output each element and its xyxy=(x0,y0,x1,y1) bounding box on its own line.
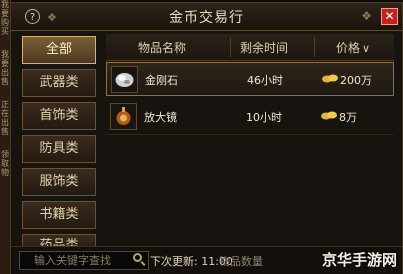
ornament-right-icon: ❖ xyxy=(361,9,372,23)
side-strip-char: 购 xyxy=(1,18,9,27)
category-armor[interactable]: 防具类 xyxy=(22,135,96,163)
col-remaining-time[interactable]: 剩余时间 xyxy=(240,39,288,56)
side-strip-char: 售 xyxy=(1,127,9,136)
watermark-logo: 京华手游网 xyxy=(321,251,397,269)
table-header: 物品名称 剩余时间 价格 ∨ xyxy=(106,34,394,61)
side-strip-char: 出 xyxy=(1,118,9,127)
side-strip-char: 出 xyxy=(1,68,9,77)
item-table: 物品名称 剩余时间 价格 ∨ 金刚石 46小时 200万 放大镜 10小时 8万 xyxy=(106,34,394,244)
side-strip-char: 我 xyxy=(1,0,9,9)
gold-ingot-icon xyxy=(321,111,337,120)
category-clothing[interactable]: 服饰类 xyxy=(22,168,96,196)
category-all[interactable]: 全部 xyxy=(22,36,96,64)
side-strip-char: 取 xyxy=(1,159,9,168)
side-strip-char: 买 xyxy=(1,27,9,36)
category-books[interactable]: 书籍类 xyxy=(22,201,96,229)
category-jewelry[interactable]: 首饰类 xyxy=(22,102,96,130)
category-weapons[interactable]: 武器类 xyxy=(22,69,96,97)
magnifier-bag-icon xyxy=(110,103,137,130)
side-strip-char: 在 xyxy=(1,109,9,118)
side-strip-char: 售 xyxy=(1,77,9,86)
window-title: 金币交易行 xyxy=(169,10,244,26)
side-strip-char: 要 xyxy=(1,59,9,68)
side-strip-char: 正 xyxy=(1,100,9,109)
item-price: 8万 xyxy=(339,111,357,124)
col-price[interactable]: 价格 ∨ xyxy=(336,39,370,56)
close-button[interactable]: ✕ xyxy=(381,8,398,25)
sort-chevron-icon: ∨ xyxy=(362,42,371,55)
col-price-label: 价格 xyxy=(336,41,361,55)
col-item-name[interactable]: 物品名称 xyxy=(138,39,186,56)
item-count-label: 物品数量 xyxy=(219,255,263,268)
diamond-icon xyxy=(111,66,138,93)
category-list: 全部 武器类 首饰类 防具类 服饰类 书籍类 药品类 xyxy=(22,36,100,257)
title-bar: ? ❖ 金币交易行 ❖ ✕ xyxy=(11,3,402,31)
item-name: 金刚石 xyxy=(145,74,178,87)
side-strip-char: 要 xyxy=(1,9,9,18)
col-divider xyxy=(314,37,315,57)
item-name: 放大镜 xyxy=(144,111,177,124)
table-row[interactable]: 放大镜 10小时 8万 xyxy=(106,100,394,135)
side-strip-char: 领 xyxy=(1,150,9,159)
item-remaining-time: 10小时 xyxy=(246,111,282,124)
search-input[interactable]: 输入关键字查找 xyxy=(19,251,149,270)
table-row[interactable]: 金刚石 46小时 200万 xyxy=(106,62,394,96)
gold-ingot-icon xyxy=(322,74,338,83)
side-strip-char: 物 xyxy=(1,168,9,177)
search-icon[interactable] xyxy=(133,253,142,262)
col-divider xyxy=(230,37,231,57)
item-remaining-time: 46小时 xyxy=(247,74,283,87)
item-price: 200万 xyxy=(340,74,372,87)
side-strip-char: 我 xyxy=(1,50,9,59)
